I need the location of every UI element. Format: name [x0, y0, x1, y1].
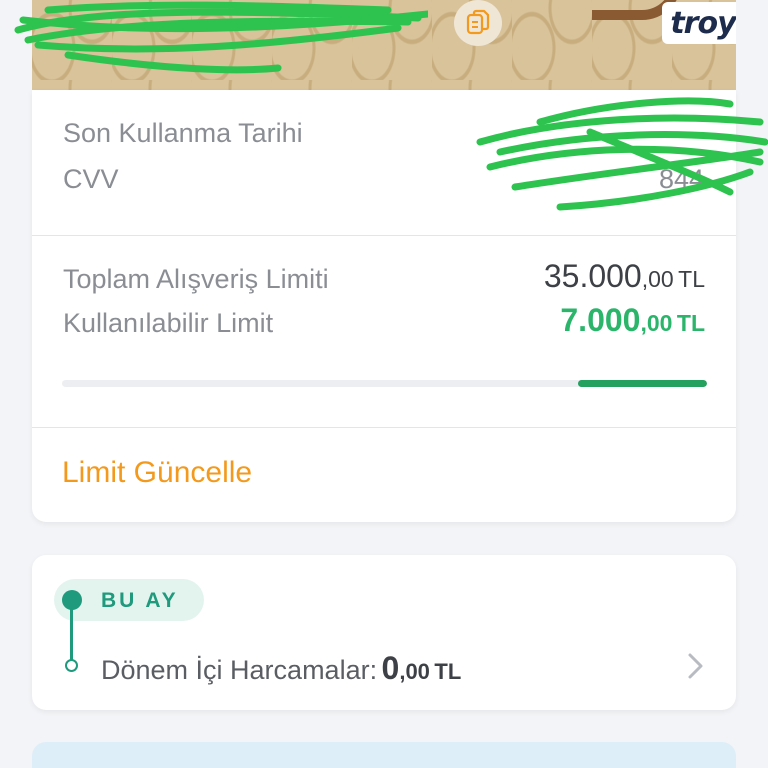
divider [32, 427, 736, 428]
total-limit-value: 35.000,00 TL [544, 258, 705, 295]
limit-progress-fill [578, 380, 707, 387]
troy-logo-text: troy [670, 5, 736, 41]
available-limit-decimal: ,00 [640, 310, 673, 336]
current-period-label: BU AY [101, 589, 179, 612]
period-spend-row: Dönem İçi Harcamalar: 0,00 TL [101, 650, 461, 687]
divider [32, 235, 736, 236]
total-limit-main: 35.000 [543, 258, 642, 294]
total-limit-label: Toplam Alışveriş Limiti [63, 264, 329, 294]
total-limit-currency: TL [678, 266, 705, 292]
copy-icon [466, 9, 490, 35]
available-limit-main: 7.000 [560, 302, 641, 338]
period-spend-main: 0 [381, 650, 400, 686]
card-details-panel: Son Kullanma Tarihi CVV 844 Toplam Alışv… [32, 90, 736, 522]
expiry-date-label: Son Kullanma Tarihi [63, 118, 303, 148]
card-brand-logo: troy [662, 2, 736, 44]
period-spend-decimal: ,00 [399, 659, 430, 684]
period-spend-label: Dönem İçi Harcamalar: [101, 655, 378, 685]
available-limit-currency: TL [676, 310, 705, 336]
timeline-dot [65, 659, 78, 672]
copy-card-number-button[interactable] [454, 0, 502, 46]
cvv-label: CVV [63, 164, 119, 194]
period-spending-card[interactable]: BU AY Dönem İçi Harcamalar: 0,00 TL [32, 555, 736, 710]
card-artwork: troy [32, 0, 736, 90]
period-spend-currency: TL [434, 659, 462, 684]
timeline-line [70, 607, 73, 661]
total-limit-decimal: ,00 [641, 266, 674, 292]
available-limit-value: 7.000,00 TL [560, 302, 705, 339]
next-card-preview[interactable] [32, 742, 736, 768]
limit-progress-bar [62, 380, 707, 387]
chevron-right-icon[interactable] [682, 651, 708, 681]
limit-update-link[interactable]: Limit Güncelle [62, 456, 252, 490]
available-limit-label: Kullanılabilir Limit [63, 308, 274, 338]
cvv-value: 844 [658, 164, 704, 194]
